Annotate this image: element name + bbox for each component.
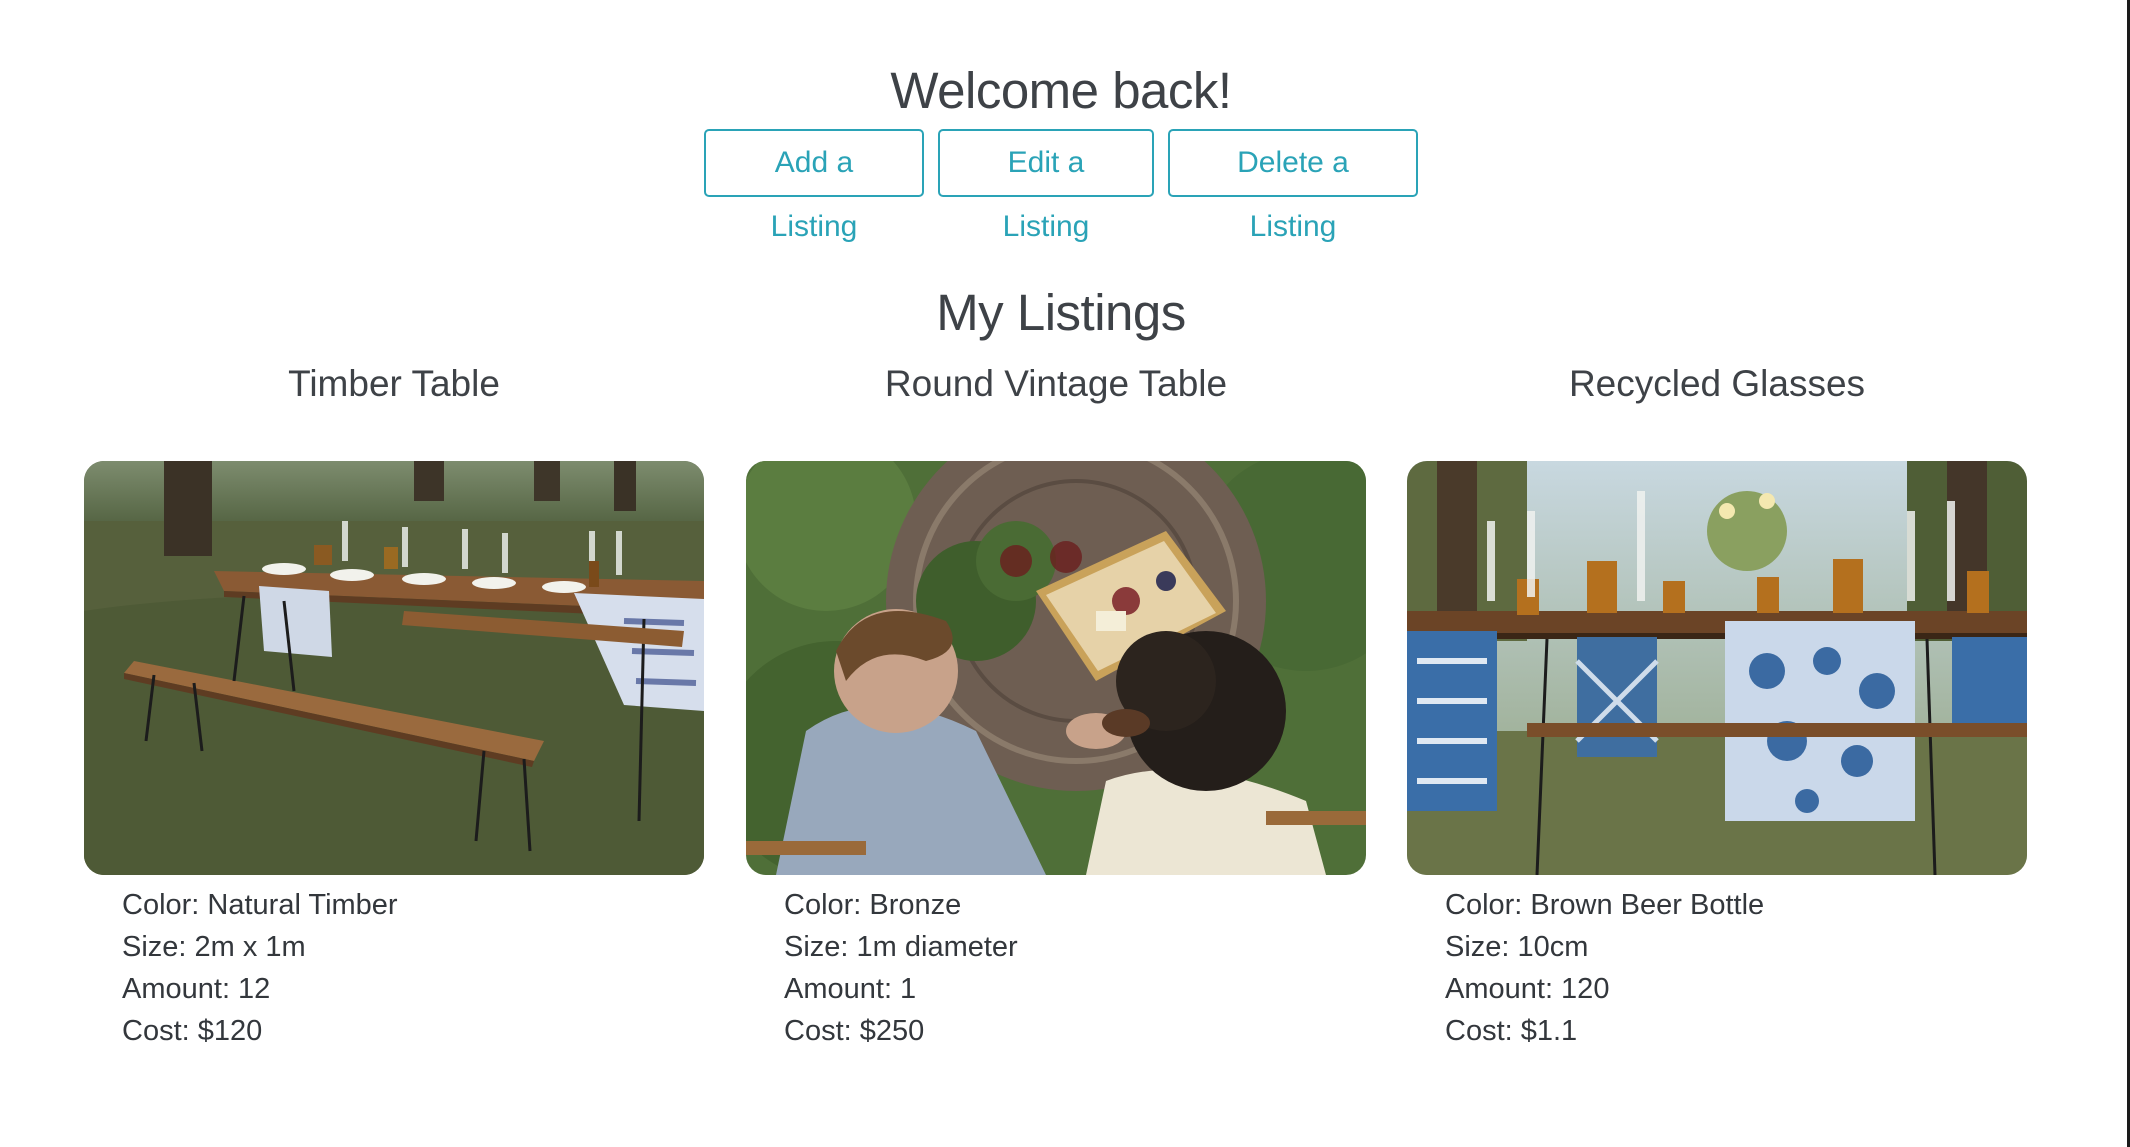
delete-listing-button[interactable]: Delete a Listing xyxy=(1168,129,1418,243)
listing-details: Color: Natural Timber Size: 2m x 1m Amou… xyxy=(122,884,398,1052)
listing-title: Timber Table xyxy=(288,363,500,404)
listing-title: Recycled Glasses xyxy=(1568,363,1866,404)
listing-amount: Amount: 120 xyxy=(1445,973,1610,1005)
welcome-heading: Welcome back! xyxy=(890,62,1232,120)
listing-card-recycled-glasses[interactable]: Recycled Glasses Color: Brown Beer Bottl… xyxy=(1407,356,2027,1047)
listing-amount: Amount: 12 xyxy=(122,973,271,1005)
listing-color: Color: Brown Beer Bottle xyxy=(1445,889,1765,921)
listing-card-round-vintage-table[interactable]: Round Vintage Table Color: Bronze Size: … xyxy=(746,356,1366,1047)
edit-listing-button[interactable]: Edit a Listing xyxy=(938,129,1154,243)
listing-actions: Add a Listing Edit a Listing Delete a Li… xyxy=(0,129,2122,243)
listing-cost: Cost: $120 xyxy=(122,1015,263,1047)
listing-title: Round Vintage Table xyxy=(884,363,1228,404)
outdoor-timber-table-photo xyxy=(84,461,704,875)
listing-details: Color: Bronze Size: 1m diameter Amount: … xyxy=(784,884,1018,1052)
listing-cost: Cost: $1.1 xyxy=(1445,1015,1578,1047)
recycled-glasses-photo xyxy=(1407,461,2027,875)
listing-details: Color: Brown Beer Bottle Size: 10cm Amou… xyxy=(1445,884,1764,1052)
listing-color: Color: Bronze xyxy=(784,889,962,921)
round-vintage-table-photo xyxy=(746,461,1366,875)
listing-size: Size: 10cm xyxy=(1445,931,1589,963)
listing-cost: Cost: $250 xyxy=(784,1015,925,1047)
my-listings-heading: My Listings xyxy=(936,284,1186,342)
add-listing-button[interactable]: Add a Listing xyxy=(704,129,924,243)
listing-size: Size: 1m diameter xyxy=(784,931,1018,963)
listing-card-timber-table[interactable]: Timber Table Color: Natural Timber Size:… xyxy=(84,356,704,1047)
listing-amount: Amount: 1 xyxy=(784,973,917,1005)
page: Welcome back! Add a Listing Edit a Listi… xyxy=(0,0,2130,1147)
listing-size: Size: 2m x 1m xyxy=(122,931,306,963)
listing-color: Color: Natural Timber xyxy=(122,889,398,921)
